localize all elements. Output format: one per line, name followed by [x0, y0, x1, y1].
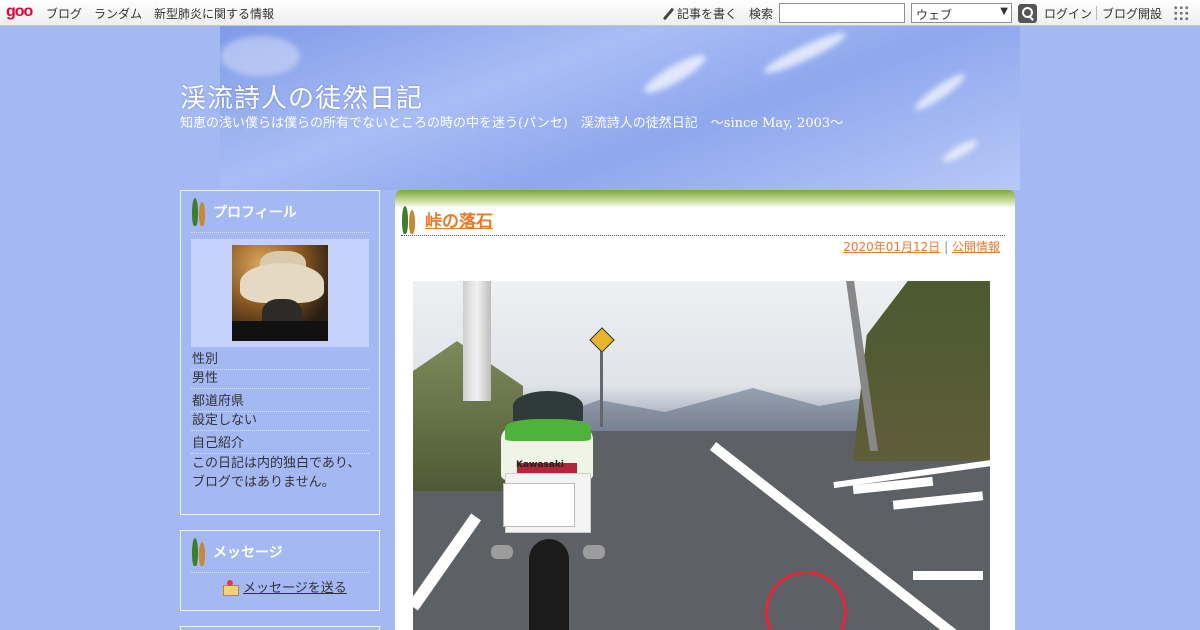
- write-article-link[interactable]: 記事を書く: [662, 5, 737, 22]
- message-heading-text: メッセージ: [213, 544, 283, 561]
- article-meta: 2020年01月12日 | 公開情報: [843, 238, 1000, 255]
- nav-covid-info[interactable]: 新型肺炎に関する情報: [154, 5, 274, 22]
- cloud-decoration: [761, 27, 849, 79]
- nav-blog[interactable]: ブログ: [46, 5, 82, 22]
- bike-windscreen: [513, 391, 583, 421]
- avatar-body: [232, 321, 328, 341]
- write-article-label: 記事を書く: [677, 7, 738, 21]
- message-box: メッセージ メッセージを送る: [180, 530, 380, 611]
- bike-muffler-right: [583, 545, 605, 559]
- login-link[interactable]: ログイン: [1044, 5, 1092, 22]
- mail-icon: [223, 579, 239, 596]
- apps-grid-icon[interactable]: [1173, 5, 1189, 21]
- article-photo[interactable]: Kawasaki: [413, 281, 990, 630]
- tree-icon: [191, 536, 207, 568]
- photo-crosswalk-stripe: [913, 571, 983, 580]
- cloud-decoration: [640, 49, 710, 99]
- search-input[interactable]: [779, 3, 905, 23]
- article: 峠の落石 2020年01月12日 | 公開情報 Kawasaki: [395, 190, 1015, 630]
- search-label: 検索: [749, 7, 774, 21]
- message-heading: メッセージ: [191, 535, 369, 573]
- profile-prefecture-label: 都道府県: [191, 393, 369, 412]
- next-sidebar-box: [180, 626, 380, 630]
- goo-toolbar: goo ブログ ランダム 新型肺炎に関する情報 記事を書く 検索 ウェブ ログイ…: [0, 0, 1200, 26]
- cloud-decoration: [940, 136, 980, 166]
- avatar-frame: [191, 239, 369, 347]
- bike-brand-text: Kawasaki: [516, 460, 564, 470]
- profile-heading: プロフィール: [191, 195, 369, 233]
- article-date-link[interactable]: 2020年01月12日: [843, 240, 940, 254]
- send-message-link[interactable]: メッセージを送る: [223, 577, 379, 596]
- article-title[interactable]: 峠の落石: [425, 207, 493, 232]
- search-scope-select[interactable]: ウェブ: [911, 3, 1012, 23]
- photo-road-sign: [589, 327, 615, 353]
- tree-icon: [191, 196, 207, 228]
- bike-wheel: [529, 539, 569, 630]
- site-title[interactable]: 渓流詩人の徒然日記: [180, 78, 423, 115]
- visibility-link[interactable]: 公開情報: [952, 240, 1000, 254]
- tree-icon: [401, 204, 417, 236]
- photo-motorcycle: Kawasaki: [483, 391, 613, 630]
- profile-gender-value: 男性: [191, 370, 369, 389]
- send-message-label: メッセージを送る: [243, 581, 347, 596]
- profile-intro-value: この日記は内的独白であり、ブログではありません。: [192, 456, 361, 490]
- cloud-decoration: [220, 36, 300, 76]
- search-icon[interactable]: [1018, 4, 1037, 23]
- profile-intro-label: 自己紹介: [191, 435, 369, 454]
- toolbar-nav: ブログ ランダム 新型肺炎に関する情報: [46, 5, 274, 22]
- site-description: 知恵の浅い僕らは僕らの所有でないところの時の中を迷う(パンセ) 渓流詩人の徒然日…: [180, 116, 844, 131]
- profile-prefecture-value: 設定しない: [191, 412, 369, 431]
- nav-random[interactable]: ランダム: [94, 5, 142, 22]
- profile-box: プロフィール 性別 男性 都道府県 設定しない 自己紹介 この日記は内的独白であ…: [180, 190, 380, 515]
- profile-gender-label: 性別: [191, 351, 369, 370]
- bike-plate: [503, 483, 575, 527]
- avatar-hat: [240, 263, 324, 303]
- bike-green-stripe: [505, 419, 591, 441]
- profile-heading-text: プロフィール: [213, 204, 297, 221]
- photo-pole: [463, 281, 491, 401]
- article-title-row: 峠の落石: [401, 204, 1005, 236]
- bike-muffler-left: [491, 545, 513, 559]
- open-blog-link[interactable]: ブログ開設: [1102, 5, 1162, 22]
- avatar[interactable]: [232, 245, 328, 341]
- toolbar-divider: [1096, 6, 1097, 20]
- cloud-decoration: [911, 69, 969, 115]
- pencil-icon: [662, 8, 674, 20]
- search-scope-value: ウェブ: [916, 8, 953, 22]
- goo-logo[interactable]: goo: [6, 3, 33, 21]
- meta-separator: |: [944, 240, 949, 254]
